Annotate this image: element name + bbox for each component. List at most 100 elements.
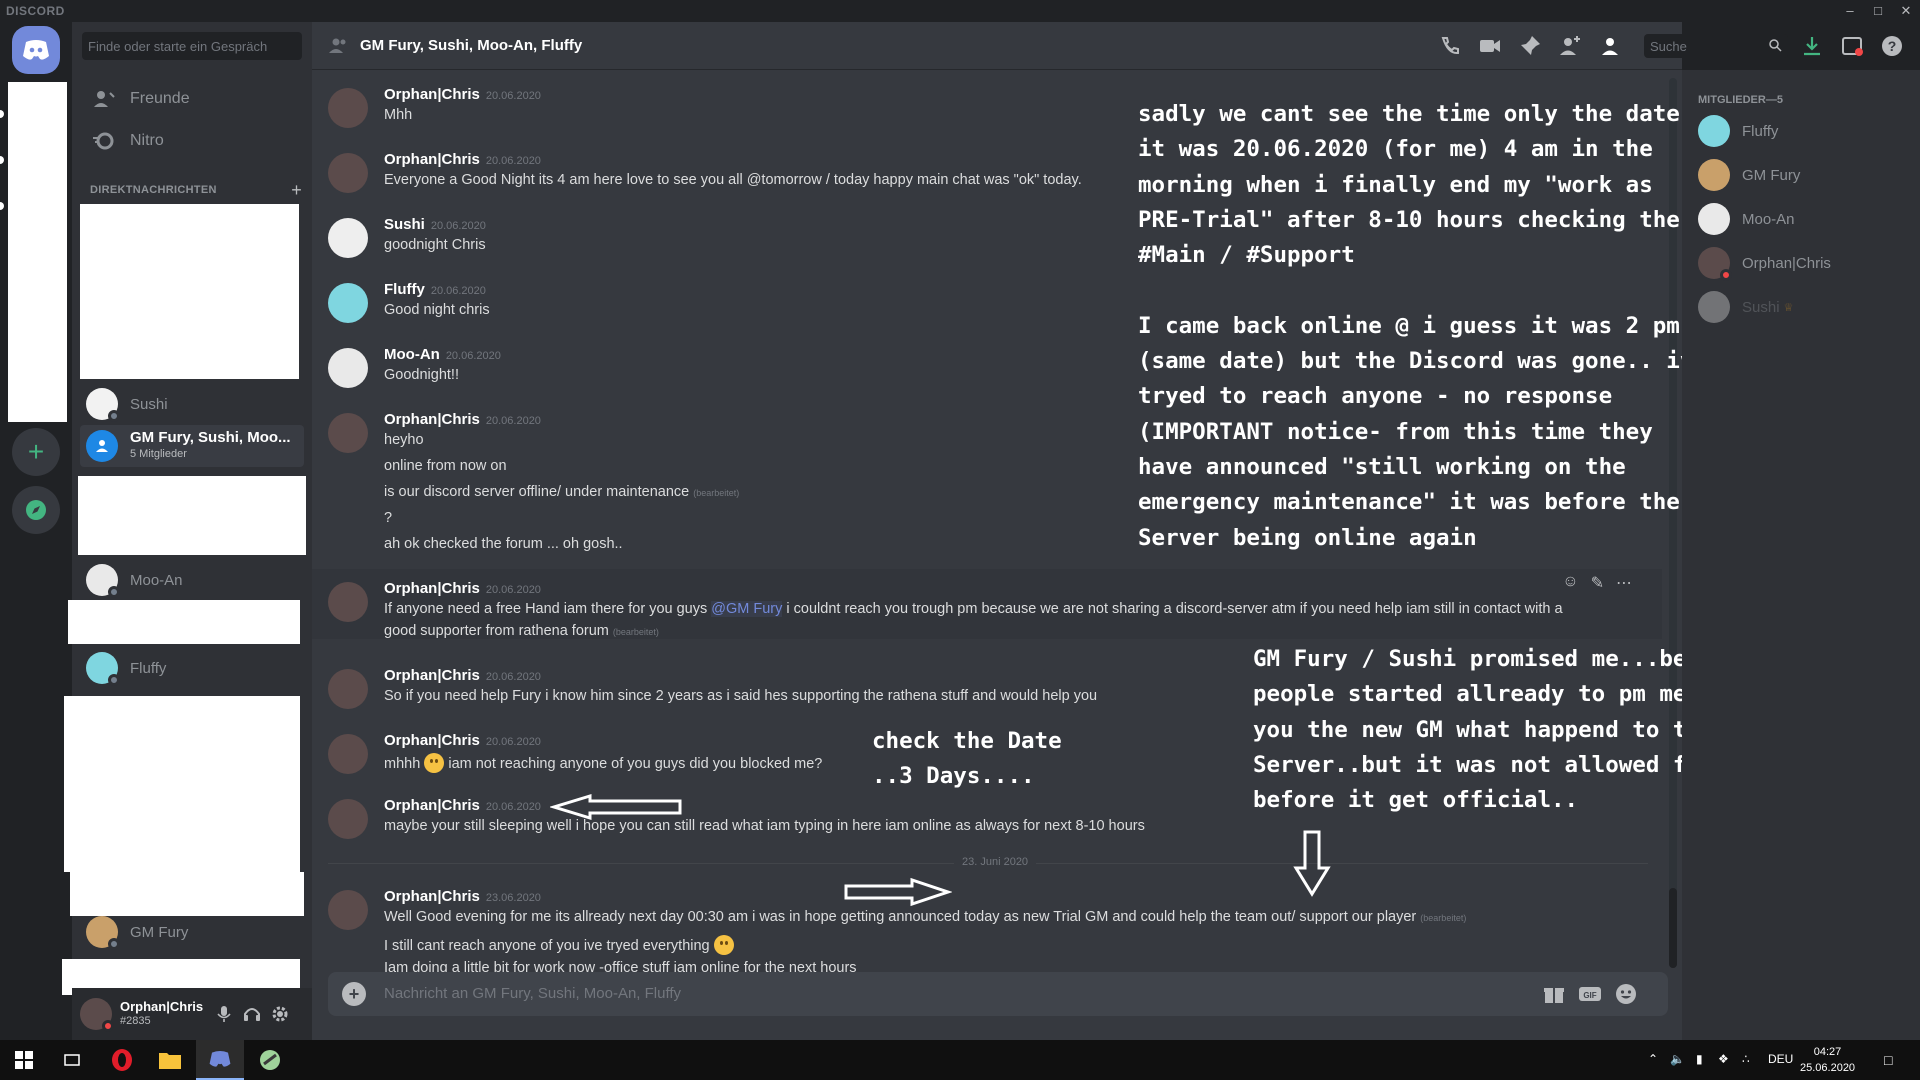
app-icon xyxy=(260,1050,280,1070)
gif-icon[interactable]: GIF xyxy=(1578,982,1602,1006)
author-avatar[interactable] xyxy=(328,88,368,128)
server-indicator xyxy=(0,156,4,164)
author-avatar[interactable] xyxy=(328,218,368,258)
user-avatar[interactable] xyxy=(80,998,114,1032)
member-sushi[interactable]: Sushi ♕ xyxy=(1698,286,1908,328)
edited-label: (bearbeitet) xyxy=(693,488,740,498)
author-avatar[interactable] xyxy=(328,890,368,930)
member-moo-an[interactable]: Moo-An xyxy=(1698,198,1908,240)
dm-item-moo-an[interactable]: Moo-An xyxy=(80,559,304,601)
chat-area: GM Fury, Sushi, Moo-An, Fluffy Suche ? O… xyxy=(312,22,1902,1040)
volume-icon[interactable]: 🔈 xyxy=(1670,1052,1685,1066)
home-button[interactable] xyxy=(12,26,60,74)
attach-plus-icon[interactable]: + xyxy=(342,982,366,1006)
author-avatar[interactable] xyxy=(328,669,368,709)
redacted-area xyxy=(70,872,304,916)
emoji-picker-icon[interactable] xyxy=(1614,982,1638,1006)
author-avatar[interactable] xyxy=(328,734,368,774)
message-text: Everyone a Good Night its 4 am here love… xyxy=(384,172,1082,188)
scroll-thumb[interactable] xyxy=(1669,888,1677,968)
member-name: Sushi xyxy=(1742,298,1780,316)
file-explorer-button[interactable] xyxy=(146,1040,194,1080)
author-avatar[interactable] xyxy=(328,153,368,193)
dm-item-fluffy[interactable]: Fluffy xyxy=(80,647,304,689)
member-gm-fury[interactable]: GM Fury xyxy=(1698,154,1908,196)
maximize-icon[interactable]: □ xyxy=(1864,0,1892,22)
author-name[interactable]: Orphan|Chris xyxy=(384,151,480,168)
author-name[interactable]: Fluffy xyxy=(384,281,425,298)
add-server-button[interactable]: + xyxy=(12,428,60,476)
tray-chevron-icon[interactable]: ⌃ xyxy=(1648,1052,1658,1066)
add-member-icon[interactable] xyxy=(1558,34,1582,58)
system-clock[interactable]: 04:27 25.06.2020 xyxy=(1800,1044,1855,1076)
game-launcher-button[interactable] xyxy=(246,1040,294,1080)
message-text: maybe your still sleeping well i hope yo… xyxy=(384,818,1145,834)
status-indicator xyxy=(108,938,120,950)
author-name[interactable]: Orphan|Chris xyxy=(384,888,480,905)
close-icon[interactable]: ✕ xyxy=(1892,0,1920,22)
author-avatar[interactable] xyxy=(328,348,368,388)
dropbox-icon[interactable]: ❖ xyxy=(1718,1052,1729,1066)
author-name[interactable]: Orphan|Chris xyxy=(384,580,480,597)
author-avatar[interactable] xyxy=(328,413,368,453)
author-name[interactable]: Orphan|Chris xyxy=(384,797,480,814)
message-text: online from now on xyxy=(384,458,507,474)
author-name[interactable]: Orphan|Chris xyxy=(384,667,480,684)
notification-icon[interactable]: □ xyxy=(1884,1052,1892,1068)
redacted-area xyxy=(68,600,300,644)
dm-item-group[interactable]: GM Fury, Sushi, Moo... 5 Mitglieder xyxy=(80,425,304,467)
input-language[interactable]: DEU xyxy=(1768,1052,1793,1066)
gift-icon[interactable] xyxy=(1542,982,1566,1006)
microphone-icon[interactable] xyxy=(214,1004,234,1024)
member-fluffy[interactable]: Fluffy xyxy=(1698,110,1908,152)
gear-icon[interactable] xyxy=(270,1004,290,1024)
explore-servers-button[interactable] xyxy=(12,486,60,534)
member-name: Orphan|Chris xyxy=(1742,254,1831,272)
network-icon[interactable]: ∴ xyxy=(1742,1052,1750,1066)
friends-icon xyxy=(94,91,115,107)
frowning-emoji-icon xyxy=(424,753,445,773)
header-search-input[interactable]: Suche xyxy=(1644,34,1788,58)
battery-icon[interactable]: ▮ xyxy=(1696,1052,1703,1066)
minimize-icon[interactable]: – xyxy=(1836,0,1864,22)
message-text: mhhh iam not reaching anyone of you guys… xyxy=(384,753,822,773)
author-avatar[interactable] xyxy=(328,582,368,622)
call-icon[interactable] xyxy=(1438,34,1462,58)
author-name[interactable]: Sushi xyxy=(384,216,425,233)
author-avatar[interactable] xyxy=(328,283,368,323)
task-view-button[interactable] xyxy=(48,1040,96,1080)
title-bar: DISCORD – □ ✕ xyxy=(0,0,1920,22)
avatar xyxy=(1698,291,1730,323)
discord-taskbar-button[interactable] xyxy=(196,1040,244,1080)
nav-friends[interactable]: Freunde xyxy=(80,78,304,120)
chat-title: GM Fury, Sushi, Moo-An, Fluffy xyxy=(360,37,583,54)
status-indicator xyxy=(108,674,120,686)
author-name[interactable]: Moo-An xyxy=(384,346,440,363)
headphones-icon[interactable] xyxy=(242,1004,262,1024)
dm-item-sushi[interactable]: Sushi xyxy=(80,383,304,425)
redacted-area xyxy=(80,204,299,379)
user-mention[interactable]: @GM Fury xyxy=(711,601,783,617)
member-orphan-chris[interactable]: Orphan|Chris xyxy=(1698,242,1908,284)
opera-button[interactable] xyxy=(98,1040,146,1080)
dm-search-input[interactable]: Finde oder starte ein Gespräch xyxy=(82,32,302,60)
composer-placeholder: Nachricht an GM Fury, Sushi, Moo-An, Flu… xyxy=(384,985,682,1002)
pin-icon[interactable] xyxy=(1518,34,1542,58)
author-avatar[interactable] xyxy=(328,799,368,839)
clock-time: 04:27 xyxy=(1813,1046,1842,1058)
download-icon[interactable] xyxy=(1800,34,1824,58)
member-list-icon[interactable] xyxy=(1598,34,1622,58)
video-icon[interactable] xyxy=(1478,34,1502,58)
author-name[interactable]: Orphan|Chris xyxy=(384,732,480,749)
start-button[interactable] xyxy=(0,1040,48,1080)
message-composer[interactable]: + Nachricht an GM Fury, Sushi, Moo-An, F… xyxy=(328,972,1668,1016)
nav-nitro[interactable]: Nitro xyxy=(80,120,304,162)
author-name[interactable]: Orphan|Chris xyxy=(384,411,480,428)
dm-item-gm-fury[interactable]: GM Fury xyxy=(80,911,304,953)
inbox-icon[interactable] xyxy=(1840,34,1864,58)
help-icon[interactable]: ? xyxy=(1880,34,1904,58)
author-name[interactable]: Orphan|Chris xyxy=(384,86,480,103)
create-dm-icon[interactable]: + xyxy=(291,180,302,201)
redacted-area xyxy=(64,696,300,872)
windows-logo-icon xyxy=(15,1051,33,1069)
